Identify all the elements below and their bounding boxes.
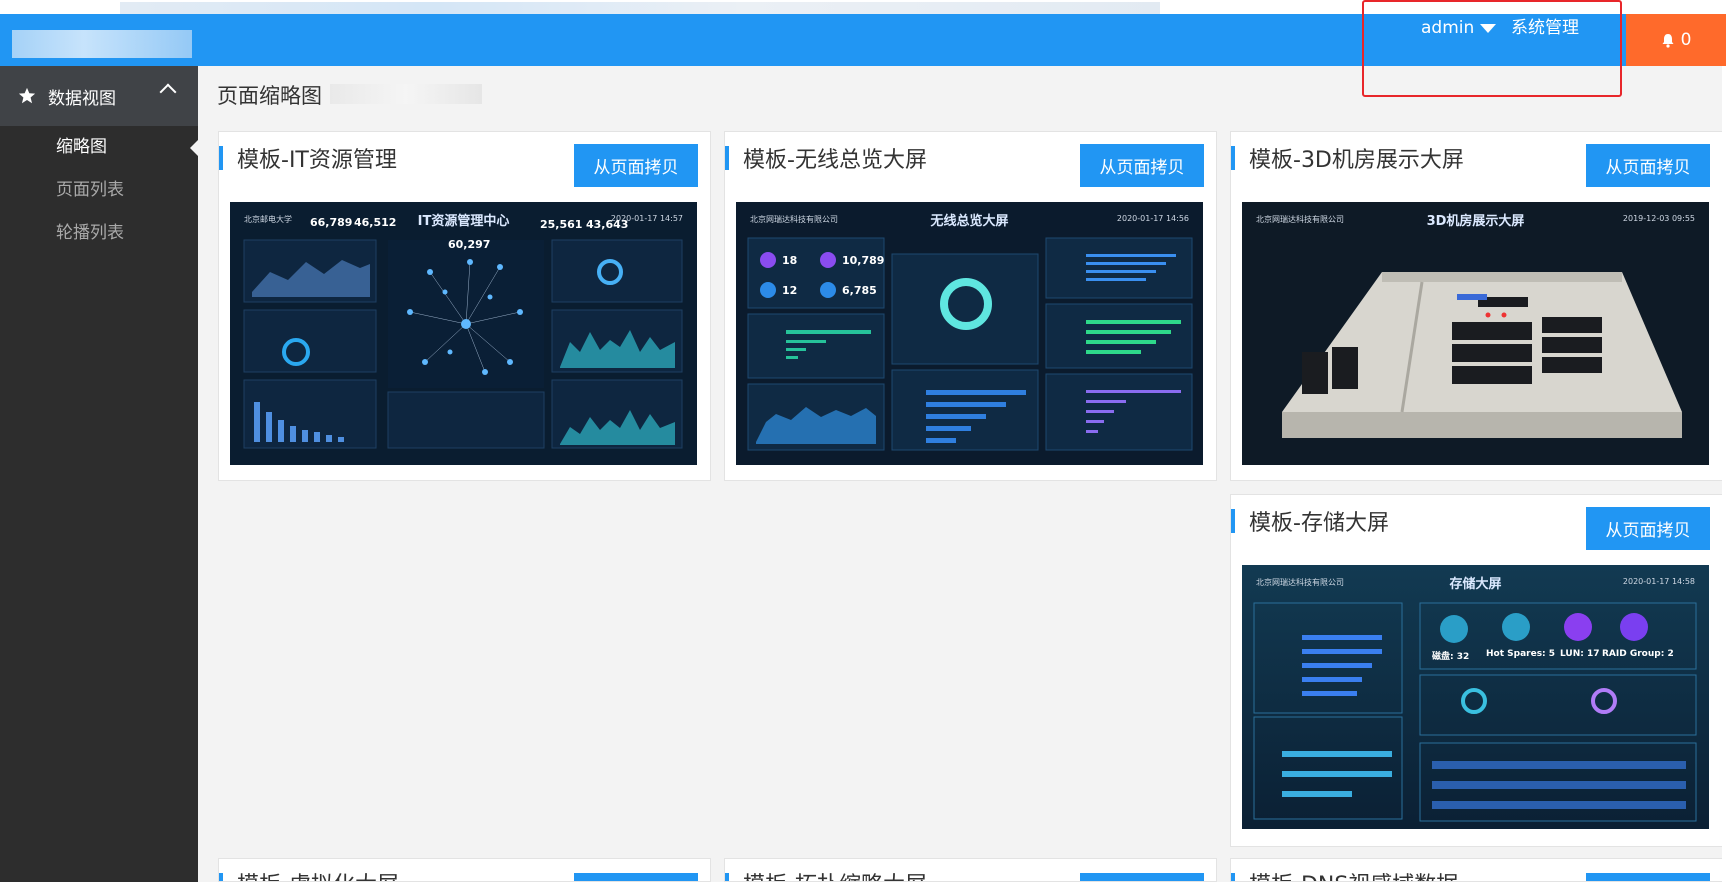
star-icon [18,87,36,104]
sidebar: 数据视图 缩略图 页面列表 轮播列表 [0,66,198,882]
card-accent [725,146,729,170]
blurred-region [120,2,1160,14]
template-card-storage: 模板-存储大屏 从页面拷贝 存储大屏 北京网瑞达科技有限公司 2020-01-1… [1230,494,1723,847]
thumb-stat: 66,789 [310,216,353,229]
thumb-stat: 18 [782,254,798,267]
thumbnail-image[interactable]: 存储大屏 北京网瑞达科技有限公司 2020-01-17 14:58 磁盘: 32… [1242,565,1709,829]
template-card-partial: 模板-虚拟化大屏 [218,858,711,882]
copy-from-page-button[interactable] [1080,873,1204,881]
card-title: 模板-3D机房展示大屏 [1249,148,1464,173]
thumbnail-image[interactable]: IT资源管理中心 北京邮电大学 2020-01-17 14:57 66,789 … [230,202,697,465]
thumb-stat: 10,789 [842,254,885,267]
notification-button[interactable]: 0 [1626,14,1726,66]
copy-from-page-button[interactable]: 从页面拷贝 [1586,144,1710,187]
template-card-partial: 模板-DNS视感域数据 [1230,858,1723,882]
sidebar-group-data-view[interactable]: 数据视图 [0,66,198,126]
card-accent [219,873,223,881]
user-name: admin [1421,18,1475,38]
card-accent [219,146,223,170]
thumbnail-company: 北京网瑞达科技有限公司 [1256,578,1344,587]
card-accent [1231,146,1235,170]
browser-strip [0,0,1726,14]
template-card-partial: 模板-拓扑缩略大屏 [724,858,1217,882]
card-title: 模板-无线总览大屏 [743,148,927,173]
system-management-link[interactable]: 系统管理 [1511,16,1579,40]
thumb-stat: 25,561 [540,218,583,231]
thumbnail-date: 2019-12-03 09:55 [1622,214,1695,223]
user-menu[interactable]: admin [1421,17,1497,39]
page-title: 页面缩略图 [217,84,322,108]
stat-value: 32 [1456,652,1470,662]
caret-down-icon [1480,23,1497,33]
card-accent [725,873,729,881]
copy-from-page-button[interactable] [574,873,698,881]
sidebar-item-label: 轮播列表 [56,223,124,243]
blurred-region [330,84,482,104]
sidebar-group-label: 数据视图 [48,88,116,109]
sidebar-item-carousel-list[interactable]: 轮播列表 [0,212,198,255]
template-card-3d-room: 模板-3D机房展示大屏 从页面拷贝 3D机房展示大屏 北京网瑞达科技有限公司 2… [1230,131,1723,481]
stat-label: Hot Spares: [1486,649,1546,659]
template-card-it: 模板-IT资源管理 从页面拷贝 IT资源管理中心 北京邮电大学 2020-01-… [218,131,711,481]
stat-value: 17 [1587,649,1600,659]
thumbnail-date: 2020-01-17 14:56 [1116,214,1189,223]
card-accent [1231,873,1235,881]
thumbnail-image[interactable]: 3D机房展示大屏 北京网瑞达科技有限公司 2019-12-03 09:55 [1242,202,1709,465]
thumb-stat-hot-spares: Hot Spares: 5 [1486,649,1555,659]
thumb-stat-raid-group: RAID Group: 2 [1602,649,1674,659]
thumb-stat: 60,297 [448,238,491,251]
card-title: 模板-IT资源管理 [237,148,397,173]
thumbnail-company: 北京邮电大学 [244,215,292,224]
bell-icon [1662,33,1674,48]
thumbnail-company: 北京网瑞达科技有限公司 [750,215,838,224]
thumbnail-company: 北京网瑞达科技有限公司 [1256,215,1344,224]
card-accent [1231,509,1235,533]
card-title: 模板-拓扑缩略大屏 [743,867,927,881]
sidebar-item-page-list[interactable]: 页面列表 [0,169,198,212]
thumb-graphics [1242,202,1709,465]
thumb-stat: 43,643 [586,218,629,231]
sidebar-item-label: 页面列表 [56,180,124,200]
thumb-stat: 46,512 [354,216,397,229]
card-title: 模板-存储大屏 [1249,511,1389,536]
stat-label: 磁盘: [1432,652,1454,662]
stat-value: 5 [1548,649,1556,659]
template-card-wireless: 模板-无线总览大屏 从页面拷贝 无线总览大屏 北京网瑞达科技有限公司 2020-… [724,131,1217,481]
card-title: 模板-DNS视感域数据 [1249,867,1458,881]
thumb-graphics [736,202,1203,465]
card-title: 模板-虚拟化大屏 [237,867,399,881]
copy-from-page-button[interactable]: 从页面拷贝 [1586,507,1710,550]
stat-label: RAID Group: [1602,649,1665,659]
sidebar-item-label: 缩略图 [56,137,107,157]
logo-blurred [12,30,192,58]
notification-count: 0 [1680,30,1692,50]
scroll-edge [1722,66,1726,882]
thumb-stat-lun: LUN: 17 [1560,649,1600,659]
copy-from-page-button[interactable]: 从页面拷贝 [1080,144,1204,187]
chevron-up-icon[interactable] [159,83,177,101]
sidebar-item-thumbnails[interactable]: 缩略图 [0,126,198,169]
thumbnail-date: 2020-01-17 14:58 [1622,577,1695,586]
stat-value: 2 [1667,649,1674,659]
thumbnail-image[interactable]: 无线总览大屏 北京网瑞达科技有限公司 2020-01-17 14:56 18 1… [736,202,1203,465]
copy-from-page-button[interactable] [1586,873,1710,881]
thumb-stat-disk: 磁盘: 32 [1432,649,1469,662]
stat-label: LUN: [1560,649,1584,659]
thumb-stat: 12 [782,284,798,297]
thumb-stat: 6,785 [842,284,877,297]
copy-from-page-button[interactable]: 从页面拷贝 [574,144,698,187]
thumb-graphics [1242,565,1709,829]
